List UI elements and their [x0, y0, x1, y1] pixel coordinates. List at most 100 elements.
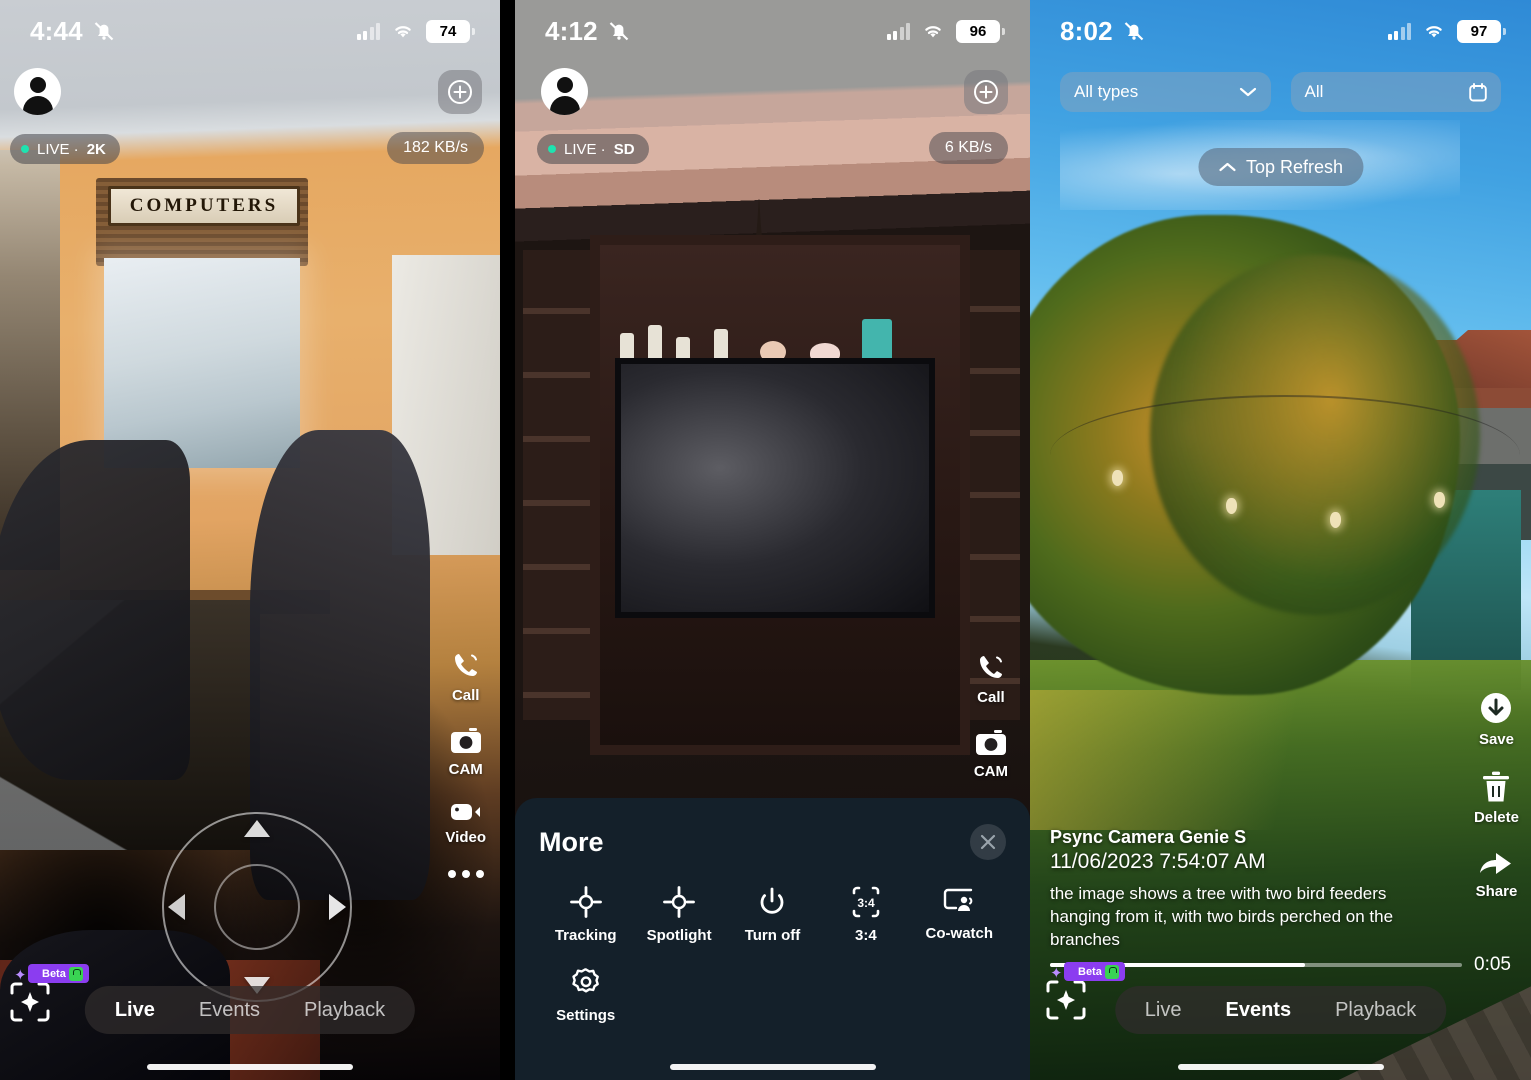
wifi-icon	[395, 26, 411, 38]
tab-events[interactable]: Events	[1207, 999, 1309, 1022]
save-label: Save	[1478, 731, 1514, 748]
home-indicator	[669, 1064, 876, 1070]
avatar[interactable]	[14, 68, 61, 115]
share-arrow-icon	[1480, 853, 1512, 874]
option-spotlight[interactable]: Spotlight	[632, 886, 725, 944]
option-co-watch[interactable]: Co-watch	[913, 886, 1006, 944]
top-refresh-label: Top Refresh	[1245, 156, 1344, 177]
joystick-right-arrow-icon[interactable]	[329, 894, 346, 920]
battery-indicator: 96	[956, 19, 1005, 43]
ai-assistant-button[interactable]: ✦ Beta	[1044, 962, 1125, 1022]
live-quality: 2K	[86, 140, 106, 158]
delete-button[interactable]: Delete	[1474, 770, 1519, 826]
download-save-icon	[1481, 693, 1512, 723]
share-button[interactable]: Share	[1475, 848, 1518, 900]
delete-label: Delete	[1473, 809, 1519, 826]
wifi-icon	[925, 26, 941, 38]
status-bar: 4:12 96	[515, 0, 1030, 62]
option-settings[interactable]: Settings	[539, 966, 632, 1024]
bell-slash-icon	[94, 22, 114, 41]
option-tracking[interactable]: Tracking	[539, 886, 632, 944]
tab-playback[interactable]: Playback	[286, 999, 403, 1022]
live-status-badge: LIVE · 2K	[10, 134, 120, 164]
wifi-icon	[1426, 26, 1442, 38]
filter-type-dropdown[interactable]: All types	[1060, 72, 1271, 112]
cam-label: CAM	[973, 763, 1008, 780]
call-label: Call	[451, 687, 480, 704]
status-time: 8:02	[1060, 15, 1113, 46]
tab-events[interactable]: Events	[181, 999, 278, 1022]
bitrate-badge: 182 KB/s	[387, 132, 484, 164]
panel-live-more-sheet: 4:12 96 LIVE · SD 6 KB/s Call CAM More T…	[515, 0, 1030, 1080]
joystick-left-arrow-icon[interactable]	[168, 894, 185, 920]
event-filters: All types All	[1030, 72, 1531, 112]
home-indicator	[1177, 1064, 1384, 1070]
sheet-title: More	[539, 826, 604, 857]
filter-type-label: All types	[1074, 82, 1139, 101]
calendar-icon	[1469, 82, 1487, 101]
status-time: 4:12	[545, 15, 598, 46]
tracking-target-icon	[569, 886, 602, 918]
chevron-up-icon	[1218, 162, 1236, 172]
save-button[interactable]: Save	[1478, 690, 1514, 748]
cam-snapshot-button[interactable]: CAM	[974, 728, 1008, 780]
beta-sparkle-icon: ✦	[1050, 965, 1063, 982]
lock-icon	[1104, 964, 1119, 979]
call-button[interactable]: Call	[449, 648, 483, 704]
option-spotlight-label: Spotlight	[646, 927, 712, 944]
phone-call-icon	[979, 656, 1002, 678]
close-sheet-button[interactable]	[970, 824, 1006, 860]
option-settings-label: Settings	[556, 1007, 616, 1024]
beta-badge: Beta	[28, 964, 89, 983]
call-button[interactable]: Call	[974, 650, 1008, 706]
home-indicator	[147, 1064, 353, 1070]
live-side-actions: Call CAM Video	[445, 648, 486, 900]
video-label: Video	[445, 829, 486, 846]
pan-tilt-joystick[interactable]	[162, 812, 352, 1002]
svg-text:3:4: 3:4	[857, 896, 875, 910]
event-metadata: Psync Camera Genie S 11/06/2023 7:54:07 …	[1050, 827, 1451, 952]
video-record-button[interactable]: Video	[445, 800, 486, 846]
trash-delete-icon	[1483, 771, 1510, 802]
tab-live[interactable]: Live	[1127, 999, 1200, 1022]
event-camera-name: Psync Camera Genie S	[1050, 827, 1247, 848]
filter-date-dropdown[interactable]: All	[1290, 72, 1501, 112]
power-icon	[761, 887, 784, 914]
status-bar: 4:44 74	[0, 0, 500, 62]
panel-events: 8:02 97 All types All Top Refresh Save D…	[1030, 0, 1531, 1080]
share-label: Share	[1475, 883, 1518, 900]
tab-playback[interactable]: Playback	[1317, 999, 1434, 1022]
joystick-knob[interactable]	[214, 864, 300, 950]
option-tracking-label: Tracking	[554, 927, 617, 944]
option-turn-off-label: Turn off	[744, 927, 801, 944]
live-side-actions: Call CAM	[974, 650, 1008, 802]
battery-indicator: 74	[426, 19, 475, 43]
lock-icon	[68, 966, 83, 981]
live-prefix: LIVE ·	[37, 140, 79, 158]
cam-snapshot-button[interactable]: CAM	[449, 726, 483, 778]
more-button[interactable]	[447, 868, 484, 878]
ai-assistant-button[interactable]: ✦ Beta	[8, 964, 89, 1024]
top-refresh-button[interactable]: Top Refresh	[1197, 148, 1364, 186]
cam-label: CAM	[448, 761, 483, 778]
option-co-watch-label: Co-watch	[925, 925, 994, 942]
event-timestamp: 11/06/2023 7:54:07 AM	[1050, 850, 1266, 874]
sheet-header: More	[539, 824, 1006, 860]
add-device-button[interactable]	[438, 70, 482, 114]
three-phone-screenshots: COMPUTERS 4:44 74 LIVE · 2K 182 KB/s Cal…	[0, 0, 1531, 1080]
filter-date-label: All	[1304, 82, 1324, 101]
beta-sparkle-icon: ✦	[14, 967, 27, 984]
bottom-tab-bar: Live Events Playback	[1114, 986, 1447, 1034]
computers-sign: COMPUTERS	[108, 186, 300, 226]
add-device-button[interactable]	[964, 70, 1008, 114]
bell-slash-icon	[609, 22, 629, 41]
option-turn-off[interactable]: Turn off	[726, 886, 819, 944]
video-camera-icon	[450, 804, 480, 820]
option-aspect-ratio[interactable]: 3:4 3:4	[819, 886, 912, 944]
tab-live[interactable]: Live	[97, 999, 173, 1022]
camera-icon	[975, 730, 1006, 755]
avatar[interactable]	[541, 68, 588, 115]
joystick-up-arrow-icon[interactable]	[244, 820, 270, 837]
live-dot-icon	[21, 145, 29, 153]
ai-sparkle-icon	[10, 982, 50, 1022]
